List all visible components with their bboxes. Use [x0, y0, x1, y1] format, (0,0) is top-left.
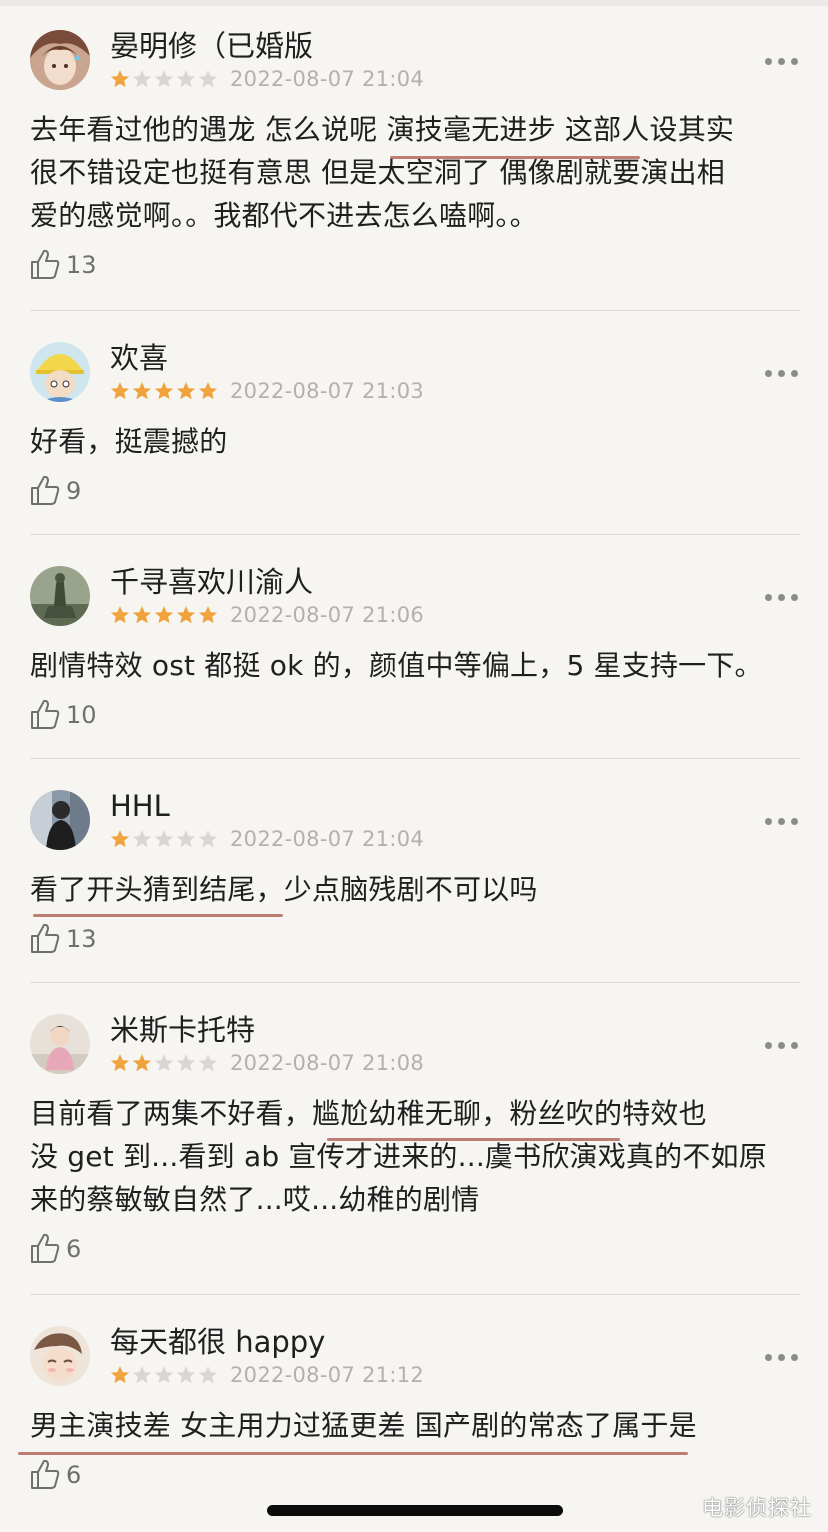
divider	[30, 534, 800, 535]
like-count: 13	[66, 925, 97, 953]
home-indicator[interactable]	[267, 1505, 563, 1516]
avatar[interactable]	[30, 566, 90, 626]
star-empty-icon	[198, 70, 218, 88]
divider	[30, 1294, 800, 1295]
star-rating	[110, 1052, 220, 1074]
star-empty-icon	[176, 70, 196, 88]
star-empty-icon	[176, 830, 196, 848]
more-dots-icon[interactable]	[765, 818, 799, 828]
star-rating	[110, 68, 220, 90]
star-empty-icon	[154, 1054, 174, 1072]
highlight-underline	[327, 1138, 620, 1141]
comment-line: 好看，挺震撼的	[30, 425, 228, 458]
star-filled-icon	[176, 606, 196, 624]
comment-date: 2022-08-07 21:04	[230, 827, 425, 851]
username[interactable]: 米斯卡托特	[110, 1012, 255, 1048]
comment-line: 没 get 到...看到 ab 宣传才进来的...虞书欣演戏真的不如原	[30, 1140, 767, 1173]
star-filled-icon	[110, 606, 130, 624]
highlight-underline	[390, 156, 640, 159]
like-count: 6	[66, 1461, 82, 1489]
comment-date: 2022-08-07 21:12	[230, 1363, 425, 1387]
watermark: 电影侦探社	[702, 1496, 812, 1520]
comment-date: 2022-08-07 21:04	[230, 67, 425, 91]
star-filled-icon	[154, 606, 174, 624]
username[interactable]: 欢喜	[110, 340, 168, 376]
like-count: 10	[66, 701, 97, 729]
more-dots-icon[interactable]	[765, 594, 799, 604]
comment-line: 去年看过他的遇龙 怎么说呢 演技毫无进步 这部人设其实	[30, 113, 735, 146]
thumbs-up-icon	[31, 1233, 60, 1263]
avatar[interactable]	[30, 790, 90, 850]
avatar[interactable]	[30, 1326, 90, 1386]
avatar[interactable]	[30, 30, 90, 90]
comment-line: 男主演技差 女主用力过猛更差 国产剧的常态了属于是	[30, 1409, 697, 1442]
star-empty-icon	[176, 1054, 196, 1072]
comment-date: 2022-08-07 21:03	[230, 379, 425, 403]
comment-line: 看了开头猜到结尾，少点脑残剧不可以吗	[30, 873, 538, 906]
more-dots-icon[interactable]	[765, 370, 799, 380]
comment-text: 好看，挺震撼的	[30, 420, 800, 463]
like-count: 6	[66, 1235, 82, 1263]
divider	[30, 982, 800, 983]
star-empty-icon	[198, 830, 218, 848]
comment-text: 剧情特效 ost 都挺 ok 的，颜值中等偏上，5 星支持一下。	[30, 644, 800, 687]
star-empty-icon	[132, 1366, 152, 1384]
thumbs-up-icon	[31, 249, 60, 279]
comment-date: 2022-08-07 21:08	[230, 1051, 425, 1075]
star-filled-icon	[132, 1054, 152, 1072]
star-filled-icon	[110, 1054, 130, 1072]
username[interactable]: 千寻喜欢川渝人	[110, 564, 313, 600]
star-empty-icon	[176, 1366, 196, 1384]
star-filled-icon	[110, 70, 130, 88]
thumbs-up-icon	[31, 1459, 60, 1489]
highlight-underline	[33, 914, 283, 917]
star-empty-icon	[154, 1366, 174, 1384]
star-filled-icon	[198, 382, 218, 400]
star-empty-icon	[198, 1366, 218, 1384]
star-filled-icon	[176, 382, 196, 400]
star-filled-icon	[198, 606, 218, 624]
comment-line: 剧情特效 ost 都挺 ok 的，颜值中等偏上，5 星支持一下。	[30, 649, 763, 682]
star-rating	[110, 1364, 220, 1386]
comment-date: 2022-08-07 21:06	[230, 603, 425, 627]
star-empty-icon	[132, 70, 152, 88]
star-rating	[110, 828, 220, 850]
star-filled-icon	[132, 606, 152, 624]
username[interactable]: 每天都很 happy	[110, 1324, 325, 1360]
more-dots-icon[interactable]	[765, 1354, 799, 1364]
comment-text: 男主演技差 女主用力过猛更差 国产剧的常态了属于是	[30, 1404, 800, 1447]
highlight-underline	[18, 1452, 688, 1455]
comment-text: 目前看了两集不好看，尴尬幼稚无聊，粉丝吹的特效也 没 get 到...看到 ab…	[30, 1092, 800, 1221]
comment-text: 去年看过他的遇龙 怎么说呢 演技毫无进步 这部人设其实 很不错设定也挺有意思 但…	[30, 108, 800, 237]
like-count: 13	[66, 251, 97, 279]
star-empty-icon	[132, 830, 152, 848]
star-filled-icon	[110, 830, 130, 848]
star-filled-icon	[154, 382, 174, 400]
star-rating	[110, 604, 220, 626]
star-empty-icon	[198, 1054, 218, 1072]
star-rating	[110, 380, 220, 402]
avatar[interactable]	[30, 1014, 90, 1074]
divider	[30, 310, 800, 311]
avatar[interactable]	[30, 342, 90, 402]
comment-text: 看了开头猜到结尾，少点脑残剧不可以吗	[30, 868, 800, 911]
more-dots-icon[interactable]	[765, 1042, 799, 1052]
thumbs-up-icon	[31, 699, 60, 729]
star-empty-icon	[154, 830, 174, 848]
star-filled-icon	[132, 382, 152, 400]
thumbs-up-icon	[31, 923, 60, 953]
like-count: 9	[66, 477, 82, 505]
star-filled-icon	[110, 382, 130, 400]
username[interactable]: HHL	[110, 788, 170, 824]
thumbs-up-icon	[31, 475, 60, 505]
comment-line: 目前看了两集不好看，尴尬幼稚无聊，粉丝吹的特效也	[30, 1097, 707, 1130]
divider	[30, 758, 800, 759]
comment-line: 爱的感觉啊。。我都代不进去怎么嗑啊。。	[30, 199, 538, 232]
username[interactable]: 晏明修（已婚版	[110, 28, 313, 64]
top-edge	[0, 0, 828, 6]
more-dots-icon[interactable]	[765, 58, 799, 68]
star-filled-icon	[110, 1366, 130, 1384]
star-empty-icon	[154, 70, 174, 88]
comment-line: 来的蔡敏敏自然了...哎...幼稚的剧情	[30, 1183, 480, 1216]
